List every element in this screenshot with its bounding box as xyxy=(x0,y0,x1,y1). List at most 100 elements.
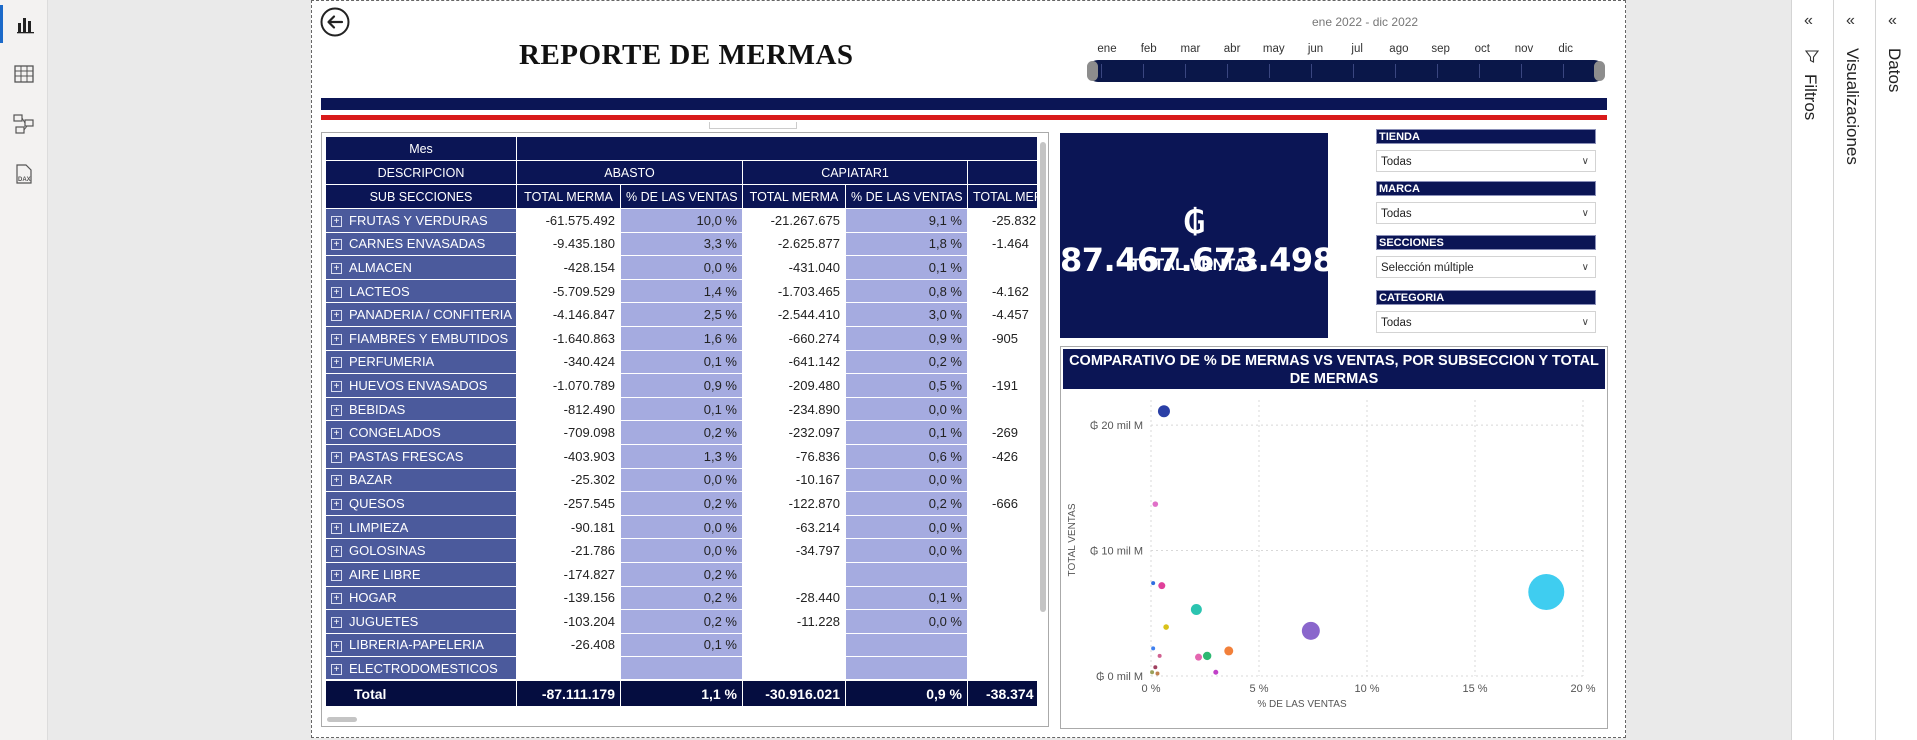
expand-icon[interactable]: + xyxy=(331,286,342,298)
expand-icon[interactable]: + xyxy=(331,522,342,534)
table-row[interactable]: + BAZAR -25.302 0,0 % -10.167 0,0 % xyxy=(325,467,1037,493)
slider-start-handle[interactable] xyxy=(1087,61,1098,81)
row-label[interactable]: + JUGUETES xyxy=(325,609,517,634)
table-row[interactable]: + FIAMBRES Y EMBUTIDOS -1.640.863 1,6 % -660… xyxy=(325,325,1037,351)
row-label[interactable]: + ELECTRODOMESTICOS xyxy=(325,656,517,681)
row-label[interactable]: + CARNES ENVASADAS xyxy=(325,231,517,257)
col-pct-ventas[interactable]: % DE LAS VENTAS xyxy=(620,184,743,209)
row-label[interactable]: + LIMPIEZA xyxy=(325,514,517,540)
table-row[interactable]: + PANADERIA / CONFITERIA -4.146.847 2,5 % -2… xyxy=(325,302,1037,327)
header-subsecciones[interactable]: SUB SECCIONES xyxy=(325,184,517,209)
row-label[interactable]: + FRUTAS Y VERDURAS xyxy=(325,208,517,233)
expand-icon[interactable]: + xyxy=(331,357,342,369)
group-abasto[interactable]: ABASTO xyxy=(516,160,743,185)
collapse-chevron-icon[interactable]: « xyxy=(1888,12,1897,30)
expand-icon[interactable]: + xyxy=(331,451,342,463)
header-mes[interactable]: Mes xyxy=(325,136,517,161)
cell-pct-ventas: 0,1 % xyxy=(845,420,968,445)
table-row[interactable]: + JUGUETES -103.204 0,2 % -11.228 0,0 % xyxy=(325,609,1037,634)
row-label[interactable]: + BAZAR xyxy=(325,467,517,493)
table-view-icon[interactable] xyxy=(0,55,48,93)
row-label[interactable]: + LIBRERIA-PAPELERIA xyxy=(325,632,517,658)
row-label[interactable]: + AIRE LIBRE xyxy=(325,561,517,587)
table-row[interactable]: + HUEVOS ENVASADOS -1.070.789 0,9 % -209.480… xyxy=(325,373,1037,398)
expand-icon[interactable]: + xyxy=(331,640,342,652)
table-row[interactable]: + LACTEOS -5.709.529 1,4 % -1.703.465 0,8 % -4… xyxy=(325,278,1037,304)
slicer-dropdown[interactable]: Selección múltiple ∨ xyxy=(1376,256,1596,278)
expand-icon[interactable]: + xyxy=(331,663,342,675)
row-label[interactable]: + ALMACEN xyxy=(325,255,517,280)
table-row[interactable]: + ALMACEN -428.154 0,0 % -431.040 0,1 % xyxy=(325,255,1037,280)
col-total-merma[interactable]: TOTAL MERMA xyxy=(742,184,846,209)
col-pct-ventas[interactable]: % DE LAS VENTAS xyxy=(845,184,968,209)
row-label[interactable]: + PASTAS FRESCAS xyxy=(325,443,517,469)
collapse-chevron-icon[interactable]: « xyxy=(1804,12,1813,30)
slicer-dropdown[interactable]: Todas ∨ xyxy=(1376,311,1596,333)
slicer-categoria[interactable]: CATEGORIA Todas ∨ xyxy=(1376,290,1596,333)
filters-pane[interactable]: « Filtros xyxy=(1791,0,1833,740)
table-row[interactable]: + LIMPIEZA -90.181 0,0 % -63.214 0,0 % xyxy=(325,514,1037,540)
slicer-dropdown[interactable]: Todas ∨ xyxy=(1376,150,1596,172)
slicer-tienda[interactable]: TIENDA Todas ∨ xyxy=(1376,129,1596,172)
row-label[interactable]: + PERFUMERIA xyxy=(325,349,517,375)
expand-icon[interactable]: + xyxy=(331,498,342,510)
back-arrow-icon[interactable] xyxy=(320,7,350,37)
expand-icon[interactable]: + xyxy=(331,310,342,322)
row-label[interactable]: + GOLOSINAS xyxy=(325,538,517,563)
dax-query-icon[interactable]: DAX xyxy=(0,155,48,193)
col-total-merma[interactable]: TOTAL MERMA xyxy=(516,184,621,209)
row-label[interactable]: + FIAMBRES Y EMBUTIDOS xyxy=(325,325,517,351)
table-row[interactable]: + CARNES ENVASADAS -9.435.180 3,3 % -2.625.8… xyxy=(325,231,1037,257)
table-row[interactable]: + LIBRERIA-PAPELERIA -26.408 0,1 % xyxy=(325,632,1037,658)
expand-icon[interactable]: + xyxy=(331,239,342,251)
expand-icon[interactable]: + xyxy=(331,475,342,487)
expand-icon[interactable]: + xyxy=(331,569,342,581)
visualizations-pane[interactable]: « Visualizaciones xyxy=(1833,0,1875,740)
month-label: sep xyxy=(1431,43,1450,55)
table-row[interactable]: + BEBIDAS -812.490 0,1 % -234.890 0,0 % xyxy=(325,396,1037,422)
header-descripcion[interactable]: DESCRIPCION xyxy=(325,160,517,185)
report-view-icon[interactable] xyxy=(0,5,48,43)
expand-icon[interactable]: + xyxy=(331,616,342,628)
month-label: jun xyxy=(1307,43,1324,55)
table-row[interactable]: + PERFUMERIA -340.424 0,1 % -641.142 0,2 % xyxy=(325,349,1037,375)
expand-icon[interactable]: + xyxy=(331,593,342,605)
expand-icon[interactable]: + xyxy=(331,404,342,416)
data-pane[interactable]: « Datos xyxy=(1875,0,1917,740)
group-capiatar1[interactable]: CAPIATAR1 xyxy=(742,160,968,185)
table-row[interactable]: + ELECTRODOMESTICOS xyxy=(325,656,1037,681)
table-row[interactable]: + GOLOSINAS -21.786 0,0 % -34.797 0,0 % xyxy=(325,538,1037,563)
row-label[interactable]: + BEBIDAS xyxy=(325,396,517,422)
table-row[interactable]: + CONGELADOS -709.098 0,2 % -232.097 0,1 % -26… xyxy=(325,420,1037,445)
expand-icon[interactable]: + xyxy=(331,428,342,440)
scatter-chart[interactable]: COMPARATIVO DE % DE MERMAS VS VENTAS, PO… xyxy=(1060,346,1608,729)
model-view-icon[interactable] xyxy=(0,105,48,143)
visual-toolbar[interactable] xyxy=(709,122,797,129)
matrix-vertical-scrollbar[interactable] xyxy=(1040,142,1046,612)
slicer-secciones[interactable]: SECCIONES Selección múltiple ∨ xyxy=(1376,235,1596,278)
table-row[interactable]: + FRUTAS Y VERDURAS -61.575.492 10,0 % -21.2… xyxy=(325,208,1037,233)
slicer-marca[interactable]: MARCA Todas ∨ xyxy=(1376,181,1596,224)
slider-end-handle[interactable] xyxy=(1594,61,1605,81)
matrix-horizontal-scrollbar[interactable] xyxy=(327,717,357,722)
collapse-chevron-icon[interactable]: « xyxy=(1846,12,1855,30)
expand-icon[interactable]: + xyxy=(331,215,342,227)
slicer-dropdown[interactable]: Todas ∨ xyxy=(1376,202,1596,224)
table-row[interactable]: + QUESOS -257.545 0,2 % -122.870 0,2 % -666 xyxy=(325,491,1037,516)
row-label-text: FRUTAS Y VERDURAS xyxy=(349,212,488,228)
row-label[interactable]: + LACTEOS xyxy=(325,278,517,304)
row-label[interactable]: + HOGAR xyxy=(325,585,517,611)
table-row[interactable]: + AIRE LIBRE -174.827 0,2 % xyxy=(325,561,1037,587)
date-slider[interactable] xyxy=(1087,60,1605,82)
expand-icon[interactable]: + xyxy=(331,381,342,393)
table-row[interactable]: + PASTAS FRESCAS -403.903 1,3 % -76.836 0,6 %… xyxy=(325,443,1037,469)
row-label[interactable]: + CONGELADOS xyxy=(325,420,517,445)
row-label[interactable]: + QUESOS xyxy=(325,491,517,516)
expand-icon[interactable]: + xyxy=(331,333,342,345)
table-row[interactable]: + HOGAR -139.156 0,2 % -28.440 0,1 % xyxy=(325,585,1037,611)
expand-icon[interactable]: + xyxy=(331,263,342,275)
row-label[interactable]: + HUEVOS ENVASADOS xyxy=(325,373,517,398)
col-total-merma[interactable]: TOTAL MER xyxy=(966,184,1037,209)
row-label[interactable]: + PANADERIA / CONFITERIA xyxy=(325,302,517,327)
expand-icon[interactable]: + xyxy=(331,546,342,558)
